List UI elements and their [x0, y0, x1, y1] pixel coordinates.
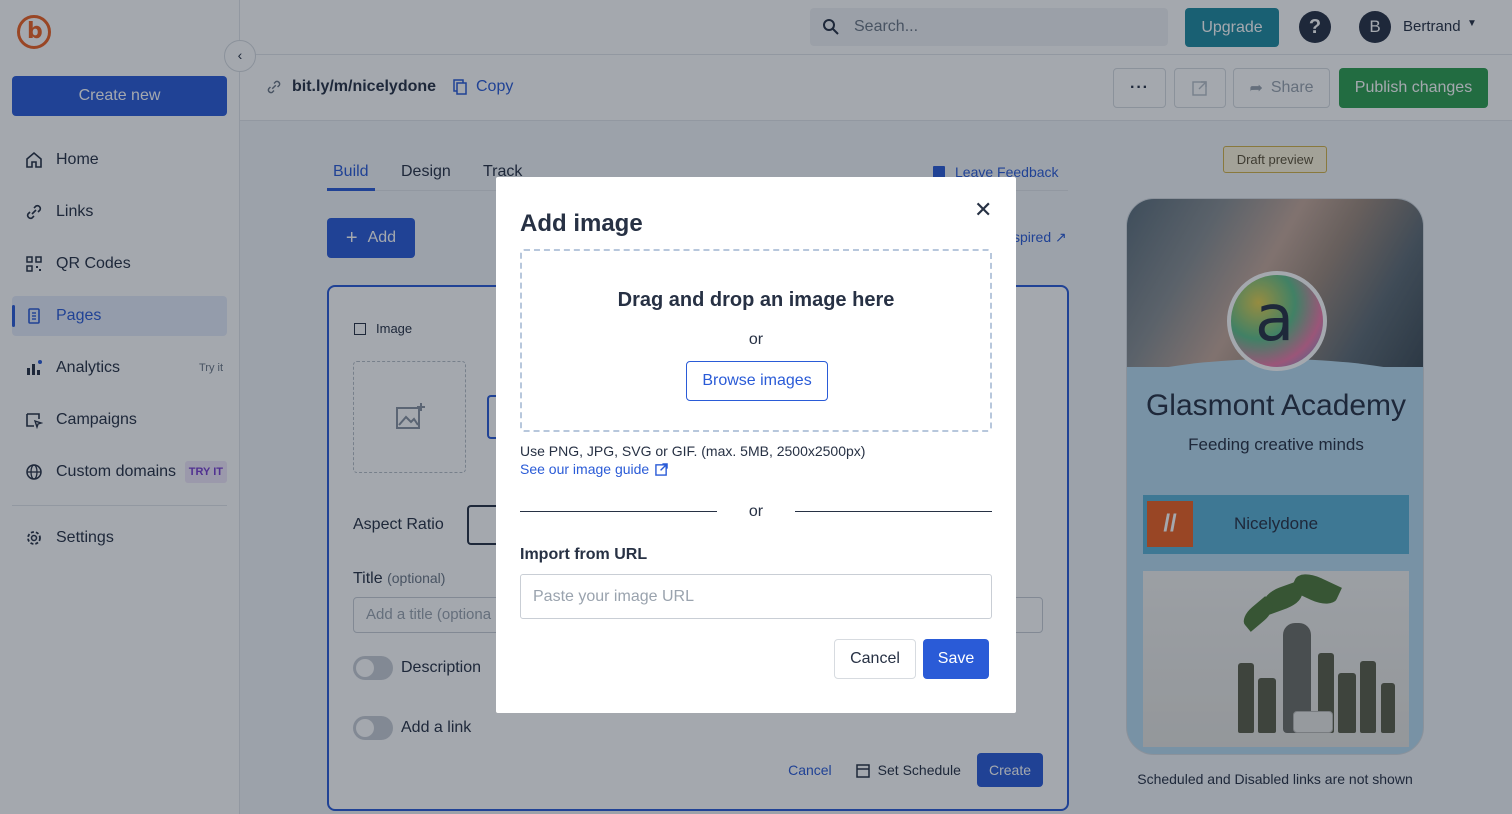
image-url-input[interactable]: [520, 574, 992, 619]
save-button[interactable]: Save: [923, 639, 989, 679]
format-note: Use PNG, JPG, SVG or GIF. (max. 5MB, 250…: [520, 443, 866, 459]
or-separator: or: [748, 503, 764, 520]
add-image-dialog: Add image ✕ Drag and drop an image here …: [496, 177, 1016, 713]
cancel-button[interactable]: Cancel: [834, 639, 916, 679]
image-dropzone[interactable]: Drag and drop an image here or Browse im…: [520, 249, 992, 432]
dialog-title: Add image: [520, 210, 643, 237]
dropzone-title: Drag and drop an image here: [617, 289, 895, 311]
divider-right: [795, 511, 992, 512]
dropzone-or: or: [748, 331, 764, 348]
external-link-icon: [655, 462, 668, 476]
image-guide-link[interactable]: See our image guide: [520, 461, 668, 477]
import-url-label: Import from URL: [520, 546, 648, 563]
browse-images-button[interactable]: Browse images: [686, 361, 828, 401]
close-icon[interactable]: ✕: [974, 199, 992, 221]
